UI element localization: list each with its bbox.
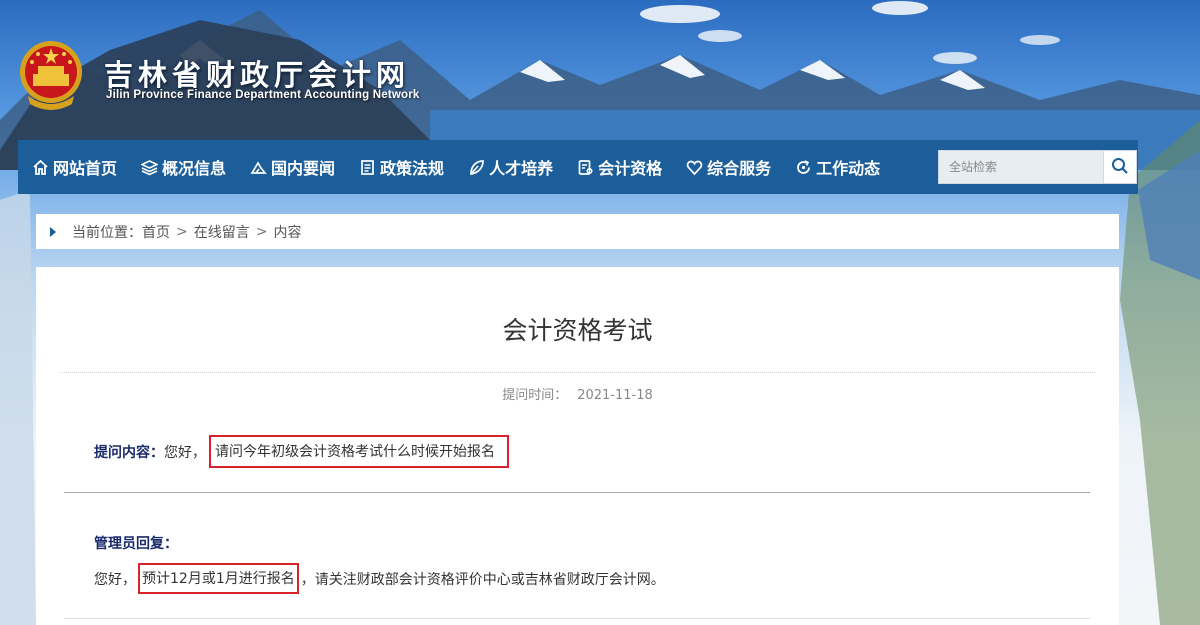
breadcrumb-prefix: 当前位置：: [72, 224, 142, 241]
national-emblem-icon: [18, 38, 84, 110]
divider: [64, 492, 1090, 493]
news-icon: [250, 159, 267, 176]
nav-label: 国内要闻: [271, 159, 336, 178]
nav-item-services[interactable]: 综合服务: [672, 140, 781, 194]
breadcrumb-item-messages[interactable]: 在线留言: [194, 222, 250, 242]
nav-label: 会计资格: [598, 159, 663, 178]
breadcrumb-separator: >: [255, 223, 268, 240]
breadcrumb-item-current: 内容: [273, 224, 302, 241]
nav-label: 人才培养: [489, 159, 554, 178]
main-nav: 网站首页 概况信息 国内要闻 政策法规 人才培养 会计资格 综合服务 工作动态 …: [18, 140, 1138, 194]
reply-content: 您好， 预计12月或1月进行报名 ，请关注财政部会计资格评价中心或吉林省财政厅会…: [94, 563, 665, 594]
reply-label: 管理员回复：: [94, 536, 178, 552]
site-subtitle: Jilin Province Finance Department Accoun…: [106, 89, 420, 101]
nav-label: 综合服务: [707, 159, 772, 178]
question-label: 提问内容：: [94, 444, 164, 461]
search-button[interactable]: [1103, 151, 1136, 183]
breadcrumb: 当前位置： 首页 > 在线留言 > 内容: [36, 214, 1119, 249]
leaf-icon: [468, 159, 485, 176]
question-content: 提问内容： 您好， 请问今年初级会计资格考试什么时候开始报名: [94, 435, 509, 468]
question-time: 提问时间： 2021-11-18: [36, 384, 1119, 403]
reply-greeting: 您好，: [94, 571, 136, 588]
caret-right-icon: [50, 226, 56, 237]
question-time-value: 2021-11-18: [577, 388, 653, 403]
divider: [60, 372, 1095, 373]
refresh-icon: [795, 159, 812, 176]
site-search: [938, 150, 1137, 184]
breadcrumb-separator: >: [176, 223, 188, 240]
nav-label: 网站首页: [53, 159, 118, 178]
nav-item-qualification[interactable]: 会计资格: [563, 140, 672, 194]
layers-icon: [141, 159, 159, 176]
document-icon: [359, 159, 376, 176]
nav-label: 工作动态: [816, 159, 881, 178]
home-icon: [32, 159, 49, 176]
reply-rest: ，请关注财政部会计资格评价中心或吉林省财政厅会计网。: [300, 571, 665, 588]
certificate-icon: [577, 159, 594, 176]
content-panel: 会计资格考试 提问时间： 2021-11-18 提问内容： 您好， 请问今年初级会…: [36, 267, 1119, 625]
nav-item-work-news[interactable]: 工作动态: [781, 140, 890, 194]
nav-item-home[interactable]: 网站首页: [18, 140, 127, 194]
search-icon: [1111, 157, 1129, 178]
nav-label: 政策法规: [380, 159, 445, 178]
breadcrumb-item-home[interactable]: 首页: [142, 222, 170, 242]
divider: [64, 618, 1090, 619]
nav-item-talent[interactable]: 人才培养: [454, 140, 563, 194]
reply-highlight: 预计12月或1月进行报名: [138, 563, 299, 594]
site-title: 吉林省财政厅会计网: [104, 58, 411, 92]
nav-label: 概况信息: [162, 159, 227, 178]
search-input[interactable]: [939, 151, 1103, 183]
nav-item-domestic-news[interactable]: 国内要闻: [236, 140, 345, 194]
site-header: 吉林省财政厅会计网 Jilin Province Finance Departm…: [0, 0, 1200, 138]
question-time-label: 提问时间：: [502, 388, 568, 403]
page-title: 会计资格考试: [502, 316, 653, 345]
nav-item-policy[interactable]: 政策法规: [345, 140, 454, 194]
heart-icon: [686, 159, 703, 176]
question-greeting: 您好，: [164, 444, 206, 461]
nav-item-overview[interactable]: 概况信息: [127, 140, 236, 194]
question-highlight: 请问今年初级会计资格考试什么时候开始报名: [209, 435, 509, 468]
